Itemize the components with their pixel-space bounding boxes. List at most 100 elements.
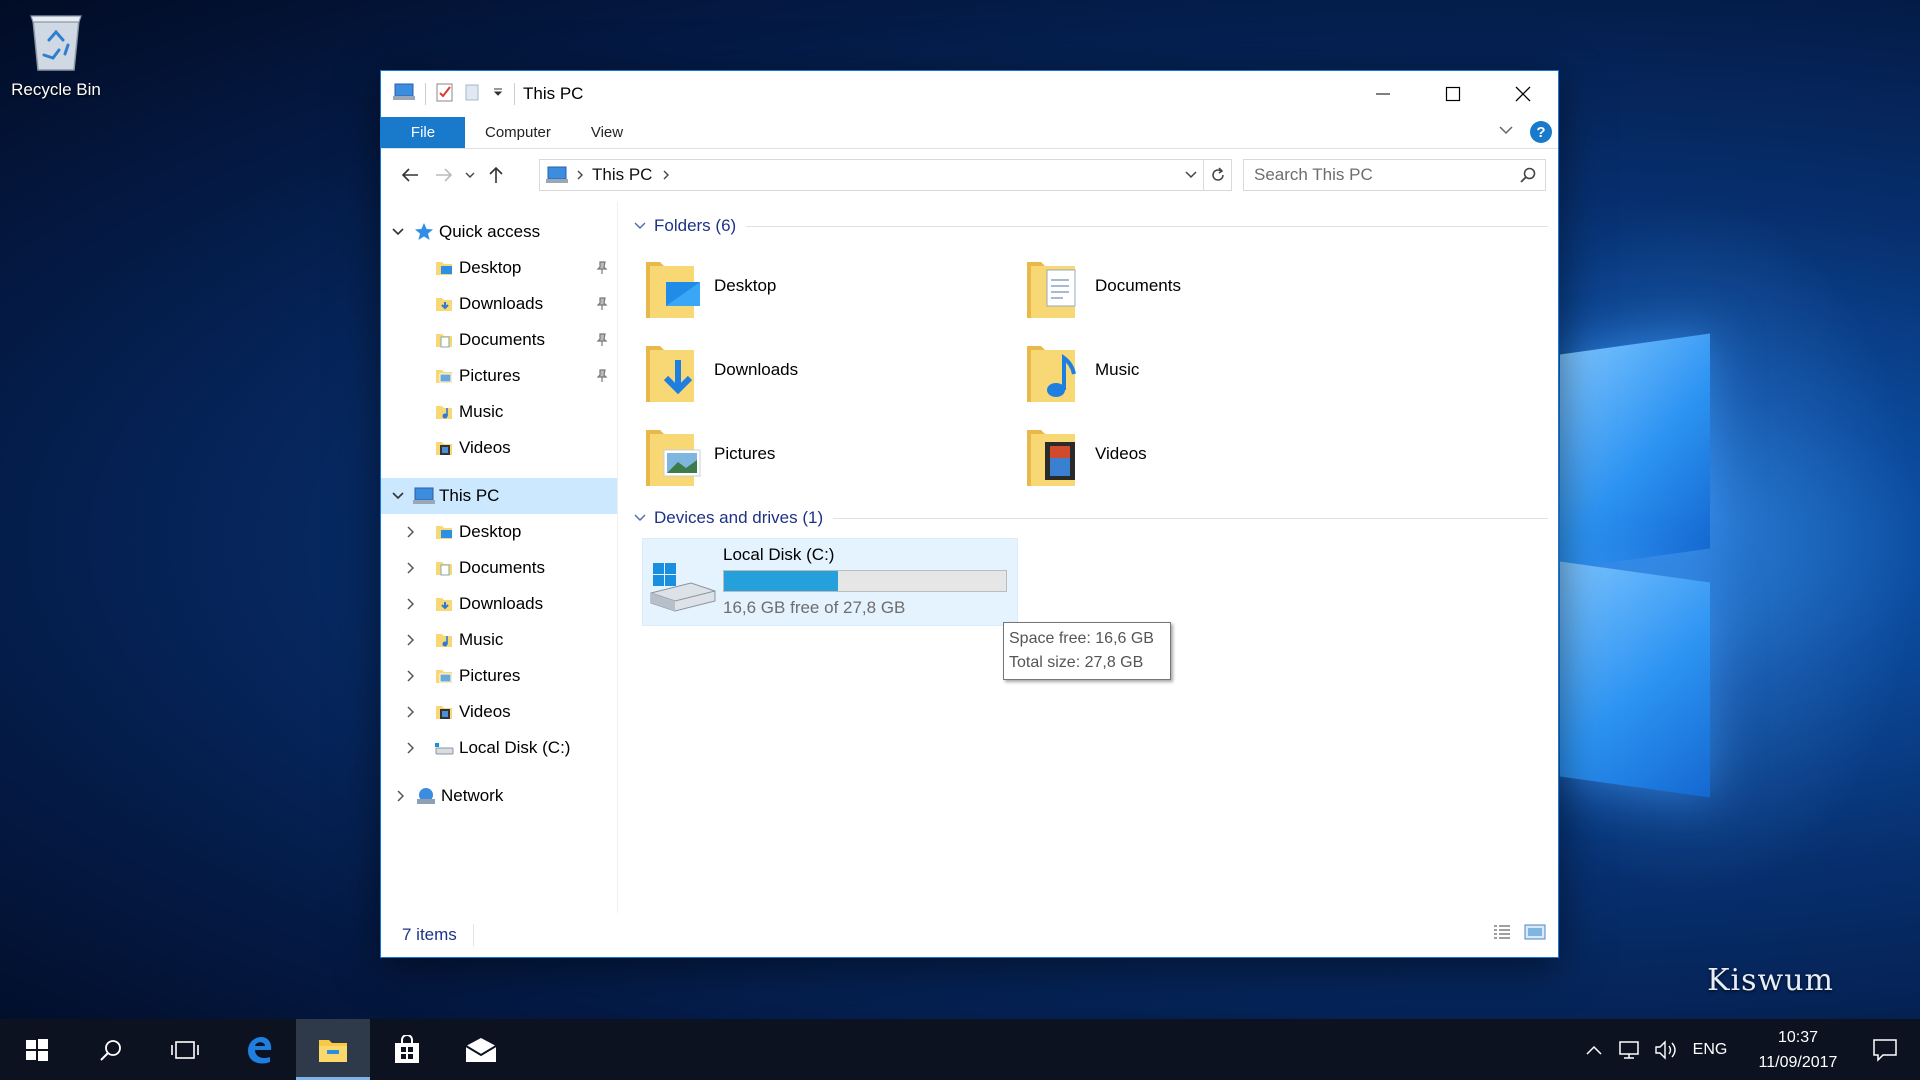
address-bar[interactable]: This PC xyxy=(539,159,1232,191)
properties-icon[interactable] xyxy=(436,82,454,107)
folder-item-documents[interactable]: Documents xyxy=(1015,244,1396,328)
up-button[interactable] xyxy=(479,158,513,192)
folder-item-pictures[interactable]: Pictures xyxy=(634,412,1015,496)
drive-item-local-disk[interactable]: Local Disk (C:) 16,6 GB free of 27,8 GB xyxy=(642,538,1018,626)
drive-tooltip: Space free: 16,6 GB Total size: 27,8 GB xyxy=(1003,622,1171,680)
store-taskbar-button[interactable] xyxy=(370,1019,444,1080)
chevron-down-icon[interactable] xyxy=(391,228,405,236)
tree-pc-downloads[interactable]: Downloads xyxy=(381,586,617,622)
show-hidden-icons-button[interactable] xyxy=(1576,1045,1612,1055)
pin-icon[interactable] xyxy=(595,368,609,388)
tree-this-pc[interactable]: This PC xyxy=(381,478,617,514)
mail-taskbar-button[interactable] xyxy=(444,1019,518,1080)
tree-pc-music[interactable]: Music xyxy=(381,622,617,658)
minimize-button[interactable] xyxy=(1348,71,1418,117)
folder-item-downloads[interactable]: Downloads xyxy=(634,328,1015,412)
window-controls xyxy=(1348,71,1558,117)
new-folder-icon[interactable] xyxy=(464,82,482,107)
minimize-icon xyxy=(1376,93,1390,95)
forward-button[interactable] xyxy=(427,158,461,192)
tree-pc-desktop[interactable]: Desktop xyxy=(381,514,617,550)
tab-file[interactable]: File xyxy=(381,117,465,148)
chevron-down-icon[interactable] xyxy=(391,492,405,500)
tree-pc-pictures[interactable]: Pictures xyxy=(381,658,617,694)
close-button[interactable] xyxy=(1488,71,1558,117)
details-view-button[interactable] xyxy=(1492,923,1512,946)
breadcrumb-separator-icon[interactable] xyxy=(576,169,584,181)
tree-pc-documents[interactable]: Documents xyxy=(381,550,617,586)
customize-toolbar-icon[interactable] xyxy=(492,85,504,103)
search-input[interactable] xyxy=(1254,165,1504,185)
file-explorer-taskbar-button[interactable] xyxy=(296,1019,370,1080)
mail-icon xyxy=(465,1037,497,1062)
details-view-icon xyxy=(1494,925,1510,939)
pictures-folder-icon xyxy=(433,665,455,687)
back-arrow-icon xyxy=(401,168,418,182)
chevron-right-icon[interactable] xyxy=(393,790,407,802)
chevron-down-icon xyxy=(1499,126,1513,135)
drives-group-label: Devices and drives (1) xyxy=(654,508,824,527)
tab-view[interactable]: View xyxy=(571,117,643,148)
drive-icon xyxy=(643,539,723,625)
tree-quick-videos[interactable]: Videos xyxy=(381,430,617,466)
music-folder-icon xyxy=(433,629,455,651)
breadcrumb-separator-icon[interactable] xyxy=(662,169,670,181)
pin-icon[interactable] xyxy=(595,296,609,316)
tree-network[interactable]: Network xyxy=(381,778,617,814)
tree-quick-music[interactable]: Music xyxy=(381,394,617,430)
folder-item-music[interactable]: Music xyxy=(1015,328,1396,412)
address-dropdown-button[interactable] xyxy=(1179,160,1203,190)
folder-item-desktop[interactable]: Desktop xyxy=(634,244,1015,328)
clock[interactable]: 10:37 11/09/2017 xyxy=(1746,1025,1850,1075)
main-pane: Folders (6) Desktop Documents Downloads … xyxy=(618,202,1558,913)
pin-icon[interactable] xyxy=(595,260,609,280)
maximize-button[interactable] xyxy=(1418,71,1488,117)
chevron-down-icon[interactable] xyxy=(634,514,646,522)
start-button[interactable] xyxy=(0,1019,74,1080)
back-button[interactable] xyxy=(393,158,427,192)
folders-group-header[interactable]: Folders (6) xyxy=(634,212,1548,240)
chevron-right-icon[interactable] xyxy=(403,598,417,610)
recycle-bin-desktop-icon[interactable]: Recycle Bin xyxy=(8,8,104,100)
search-icon[interactable] xyxy=(1519,166,1537,189)
tree-quick-access[interactable]: Quick access xyxy=(381,214,617,250)
tree-pc-videos[interactable]: Videos xyxy=(381,694,617,730)
windows-logo-icon xyxy=(26,1038,48,1061)
recent-locations-button[interactable] xyxy=(461,158,479,192)
pin-icon[interactable] xyxy=(595,332,609,352)
store-icon xyxy=(395,1034,419,1063)
chevron-right-icon[interactable] xyxy=(403,526,417,538)
tree-quick-desktop[interactable]: Desktop xyxy=(381,250,617,286)
tab-computer[interactable]: Computer xyxy=(465,117,571,148)
expand-ribbon-button[interactable] xyxy=(1498,123,1514,141)
input-language-indicator[interactable]: ENG xyxy=(1684,1041,1736,1059)
chevron-right-icon[interactable] xyxy=(403,670,417,682)
folder-item-videos[interactable]: Videos xyxy=(1015,412,1396,496)
tree-quick-documents[interactable]: Documents xyxy=(381,322,617,358)
chevron-right-icon[interactable] xyxy=(403,634,417,646)
refresh-button[interactable] xyxy=(1203,160,1231,190)
taskbar: ENG 10:37 11/09/2017 xyxy=(0,1019,1920,1080)
task-view-button[interactable] xyxy=(148,1019,222,1080)
edge-taskbar-button[interactable] xyxy=(222,1019,296,1080)
tree-label: Documents xyxy=(459,558,545,577)
chevron-right-icon[interactable] xyxy=(403,706,417,718)
chevron-down-icon[interactable] xyxy=(634,222,646,230)
network-tray-button[interactable] xyxy=(1612,1040,1648,1060)
drives-group-header[interactable]: Devices and drives (1) xyxy=(634,504,1548,532)
help-button[interactable]: ? xyxy=(1530,121,1552,143)
action-center-button[interactable] xyxy=(1850,1038,1920,1062)
tree-quick-pictures[interactable]: Pictures xyxy=(381,358,617,394)
breadcrumb-this-pc[interactable]: This PC xyxy=(592,165,652,185)
tree-pc-local-disk[interactable]: Local Disk (C:) xyxy=(381,730,617,766)
tree-label: Music xyxy=(459,402,504,421)
title-bar: This PC xyxy=(381,71,1558,117)
search-taskbar-button[interactable] xyxy=(74,1019,148,1080)
volume-tray-button[interactable] xyxy=(1648,1039,1684,1060)
chevron-right-icon[interactable] xyxy=(403,742,417,754)
chevron-right-icon[interactable] xyxy=(403,562,417,574)
large-icons-view-button[interactable] xyxy=(1524,923,1546,946)
this-pc-icon xyxy=(393,83,415,106)
tree-quick-downloads[interactable]: Downloads xyxy=(381,286,617,322)
edge-browser-icon xyxy=(248,1036,272,1064)
